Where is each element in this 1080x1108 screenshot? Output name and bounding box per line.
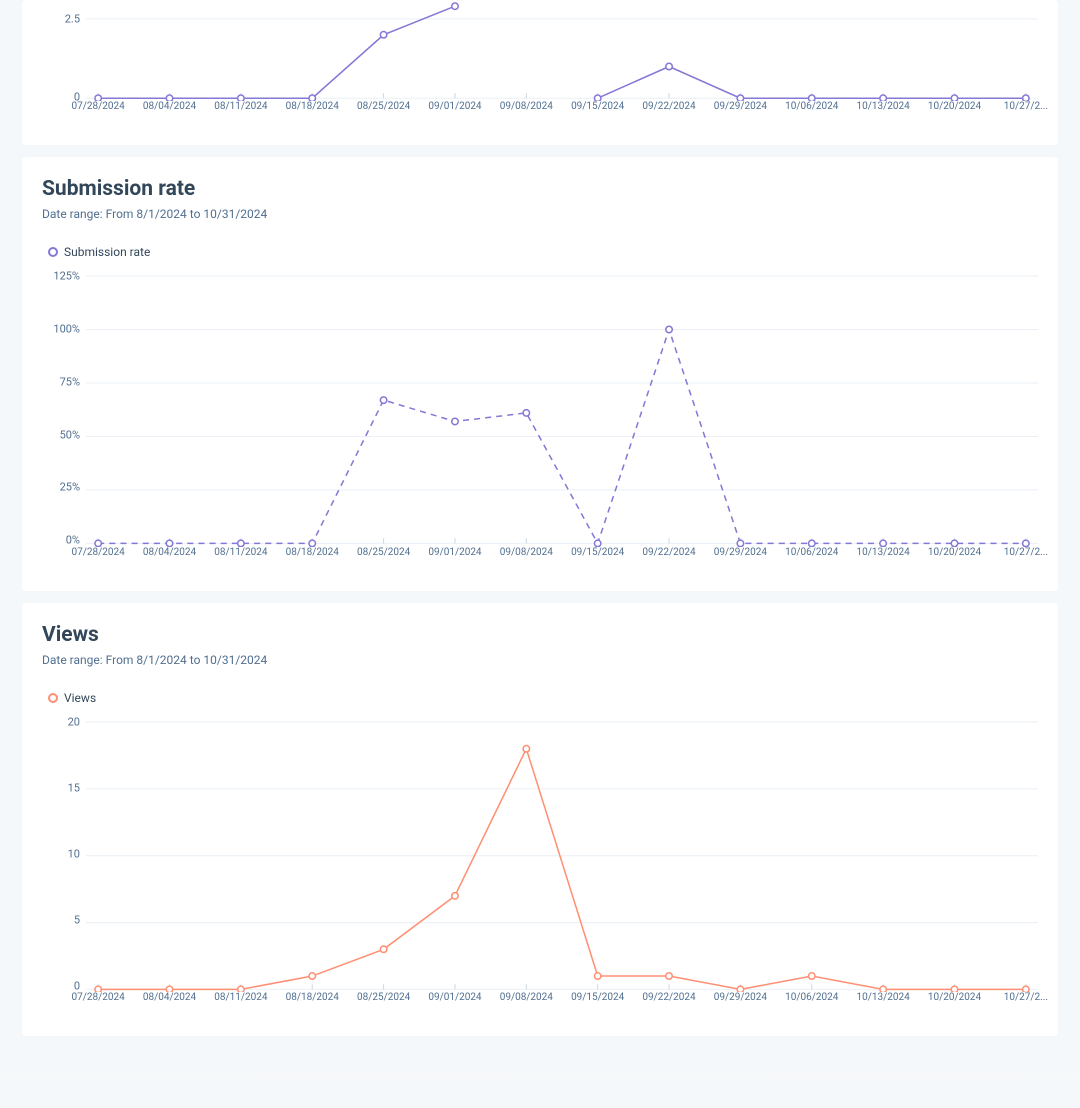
x-tick-label: 07/28/2024 — [72, 101, 125, 112]
x-tick-label: 09/08/2024 — [500, 547, 553, 558]
x-tick-label: 10/13/2024 — [857, 547, 910, 558]
x-tick-label: 10/20/2024 — [928, 101, 981, 112]
chart-legend: Submission rate — [48, 245, 1038, 259]
x-tick-label: 09/22/2024 — [642, 547, 695, 558]
card-submission-rate: Submission rate Date range: From 8/1/202… — [22, 157, 1058, 590]
y-tick-label: 25% — [60, 481, 80, 494]
x-tick-label: 09/01/2024 — [428, 992, 481, 1003]
chart-legend: Views — [48, 691, 1038, 705]
x-tick-label: 09/01/2024 — [428, 547, 481, 558]
y-tick-label: 0 — [74, 979, 80, 992]
y-axis-labels: 20151050 — [42, 719, 86, 989]
y-tick-label: 5 — [74, 913, 80, 926]
y-tick-label: 75% — [60, 375, 80, 388]
x-tick-label: 08/18/2024 — [286, 101, 339, 112]
x-axis-labels: 07/28/202408/04/202408/11/202408/18/2024… — [86, 992, 1038, 1006]
x-tick-label: 08/11/2024 — [214, 547, 267, 558]
chart-plot — [86, 273, 1038, 546]
y-tick-label: 100% — [53, 323, 80, 336]
chart-submission: 125% 100% 75% 50% 25% 0% 07/28/2024 08/04/2024… — [42, 273, 1038, 560]
x-tick-label: 09/15/2024 — [571, 101, 624, 112]
y-tick-label: 50% — [60, 428, 80, 441]
y-axis-labels: 2.50 — [42, 0, 86, 100]
x-tick-label: 08/25/2024 — [357, 992, 410, 1003]
x-tick-label: 07/28/2024 — [72, 992, 125, 1003]
x-tick-label: 09/08/2024 — [500, 101, 553, 112]
x-tick-label: 08/04/2024 — [143, 992, 196, 1003]
x-tick-label: 09/15/2024 — [571, 992, 624, 1003]
chart-plot — [86, 719, 1038, 992]
y-tick-label: 20 — [68, 715, 80, 728]
legend-dot-icon — [48, 247, 58, 257]
x-tick-label: 10/27/2... — [1004, 101, 1048, 112]
legend-dot-icon — [48, 693, 58, 703]
x-tick-label: 10/13/2024 — [857, 992, 910, 1003]
x-tick-label: 10/13/2024 — [857, 101, 910, 112]
x-tick-label: 08/25/2024 — [357, 101, 410, 112]
x-tick-label: 08/04/2024 — [143, 101, 196, 112]
x-tick-label: 09/29/2024 — [714, 547, 767, 558]
chart-subtitle: Date range: From 8/1/2024 to 10/31/2024 — [42, 653, 1038, 667]
x-tick-label: 09/08/2024 — [500, 992, 553, 1003]
x-tick-label: 09/29/2024 — [714, 992, 767, 1003]
bottom-fade — [0, 1040, 1080, 1080]
y-axis-labels: 125%100%75%50%25%0% — [42, 273, 86, 543]
x-tick-label: 09/15/2024 — [571, 547, 624, 558]
x-tick-label: 08/04/2024 — [143, 547, 196, 558]
x-tick-label: 10/06/2024 — [785, 992, 838, 1003]
chart-top: 2.50 07/28/2024 08/04/2024 08/11/2024 08/18… — [42, 0, 1038, 115]
x-tick-label: 08/11/2024 — [214, 101, 267, 112]
x-tick-label: 09/01/2024 — [428, 101, 481, 112]
x-tick-label: 10/27/2... — [1004, 547, 1048, 558]
x-tick-label: 09/22/2024 — [642, 101, 695, 112]
chart-subtitle: Date range: From 8/1/2024 to 10/31/2024 — [42, 207, 1038, 221]
legend-label: Views — [64, 691, 96, 705]
y-tick-label: 0% — [66, 534, 80, 547]
y-tick-label: 10 — [68, 847, 80, 860]
x-tick-label: 09/22/2024 — [642, 992, 695, 1003]
x-tick-label: 09/29/2024 — [714, 101, 767, 112]
chart-title: Submission rate — [42, 177, 1038, 201]
x-axis-labels: 07/28/202408/04/202408/11/202408/18/2024… — [86, 547, 1038, 561]
x-tick-label: 10/20/2024 — [928, 547, 981, 558]
chart-plot — [86, 0, 1038, 101]
y-tick-label: 125% — [53, 270, 80, 283]
x-tick-label: 10/06/2024 — [785, 101, 838, 112]
x-tick-label: 10/27/2... — [1004, 992, 1048, 1003]
x-tick-label: 10/06/2024 — [785, 547, 838, 558]
x-tick-label: 08/18/2024 — [286, 547, 339, 558]
chart-views: 20151050 07/28/202408/04/202408/11/20240… — [42, 719, 1038, 1006]
y-tick-label: 15 — [68, 781, 80, 794]
x-tick-label: 08/18/2024 — [286, 992, 339, 1003]
x-tick-label: 08/25/2024 — [357, 547, 410, 558]
chart-title: Views — [42, 623, 1038, 647]
x-tick-label: 10/20/2024 — [928, 992, 981, 1003]
card-submissions-top: 2.50 07/28/2024 08/04/2024 08/11/2024 08/18… — [22, 0, 1058, 145]
x-tick-label: 08/11/2024 — [214, 992, 267, 1003]
x-axis-labels: 07/28/202408/04/202408/11/202408/18/2024… — [86, 101, 1038, 115]
x-tick-label: 07/28/2024 — [72, 547, 125, 558]
legend-label: Submission rate — [64, 245, 150, 259]
y-tick-label: 2.5 — [65, 12, 80, 25]
card-views: Views Date range: From 8/1/2024 to 10/31… — [22, 603, 1058, 1036]
